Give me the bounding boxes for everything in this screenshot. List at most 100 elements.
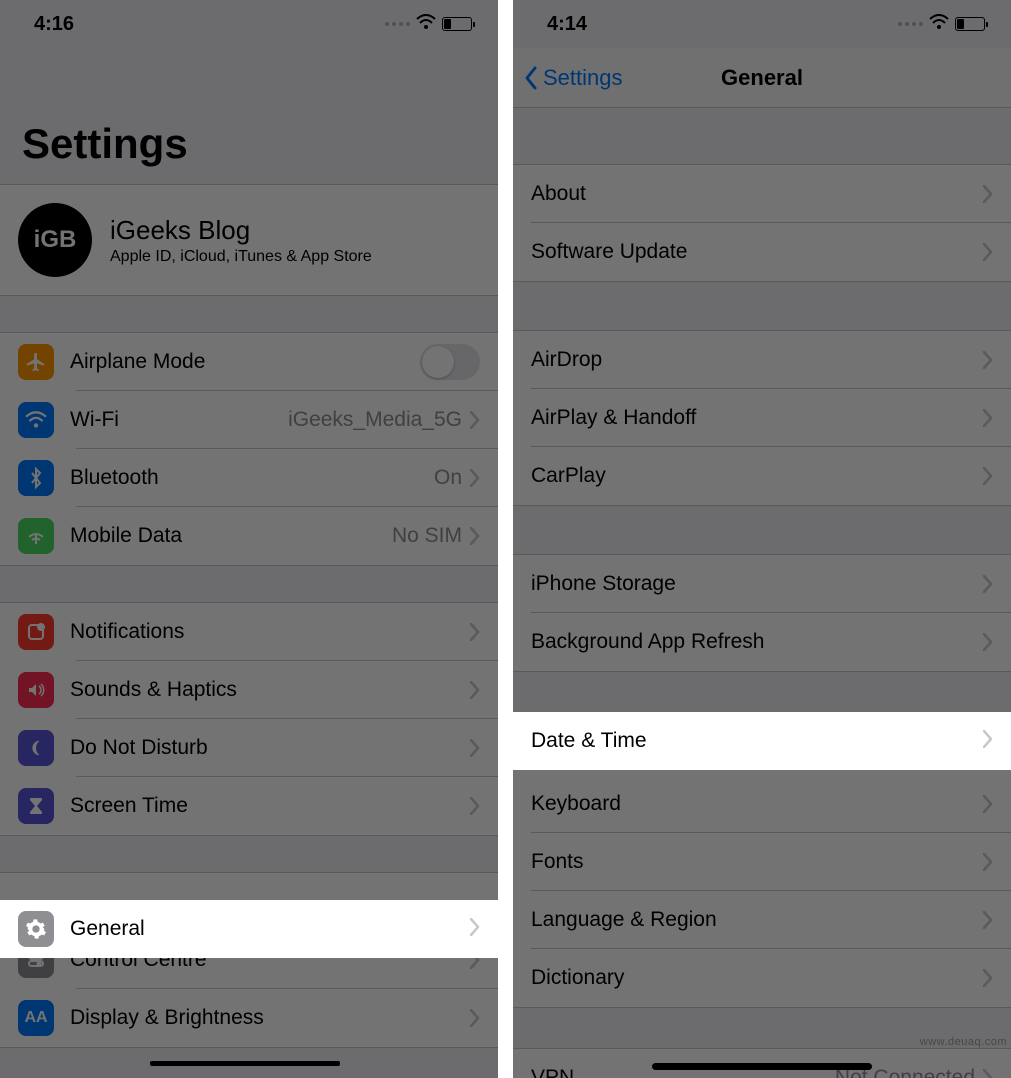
cellular-icon [18, 518, 54, 554]
airplane-mode-row[interactable]: Airplane Mode [0, 333, 498, 391]
general-screen: 4:14 Settings General About Software Upd… [513, 0, 1011, 1078]
carplay-label: CarPlay [531, 464, 983, 488]
airplay-row[interactable]: AirPlay & Handoff [513, 389, 1011, 447]
keyboard-row[interactable]: Keyboard [513, 775, 1011, 833]
chevron-right-icon [470, 681, 480, 699]
notifications-row[interactable]: Notifications [0, 603, 498, 661]
connectivity-section: Airplane Mode Wi-Fi iGeeks_Media_5G Blue… [0, 332, 498, 566]
sounds-row[interactable]: Sounds & Haptics [0, 661, 498, 719]
chevron-right-icon [470, 527, 480, 545]
dnd-row[interactable]: Do Not Disturb [0, 719, 498, 777]
chevron-right-icon [470, 918, 480, 941]
battery-icon [955, 17, 985, 31]
mobile-data-value: No SIM [392, 524, 462, 548]
chevron-right-icon [470, 469, 480, 487]
fonts-label: Fonts [531, 850, 983, 874]
status-time: 4:14 [547, 13, 587, 36]
general-row[interactable]: General [0, 900, 498, 958]
gear-icon [18, 911, 54, 947]
profile-name: iGeeks Blog [110, 215, 372, 246]
nav-bar: Settings General [513, 48, 1011, 108]
chevron-right-icon [983, 730, 993, 753]
watermark: www.deuaq.com [920, 1036, 1007, 1048]
screen-time-label: Screen Time [70, 794, 470, 818]
sounds-icon [18, 672, 54, 708]
language-row[interactable]: Language & Region [513, 891, 1011, 949]
screen-time-row[interactable]: Screen Time [0, 777, 498, 835]
iphone-storage-label: iPhone Storage [531, 572, 983, 596]
airplay-label: AirPlay & Handoff [531, 406, 983, 430]
software-update-label: Software Update [531, 240, 983, 264]
bluetooth-value: On [434, 466, 462, 490]
annotation-underline [150, 1061, 340, 1066]
chevron-right-icon [983, 969, 993, 987]
back-label: Settings [543, 65, 623, 91]
mobile-data-row[interactable]: Mobile Data No SIM [0, 507, 498, 565]
status-time: 4:16 [34, 13, 74, 36]
status-bar: 4:14 [513, 0, 1011, 48]
chevron-right-icon [983, 795, 993, 813]
chevron-right-icon [470, 797, 480, 815]
airplane-toggle[interactable] [420, 344, 480, 380]
date-time-label: Date & Time [531, 729, 983, 753]
profile-subtitle: Apple ID, iCloud, iTunes & App Store [110, 248, 372, 266]
wifi-value: iGeeks_Media_5G [288, 408, 462, 432]
about-section: About Software Update [513, 164, 1011, 282]
hourglass-icon [18, 788, 54, 824]
back-button[interactable]: Settings [523, 65, 623, 91]
avatar: iGB [18, 203, 92, 277]
bluetooth-icon [18, 460, 54, 496]
wifi-row[interactable]: Wi-Fi iGeeks_Media_5G [0, 391, 498, 449]
apple-id-row[interactable]: iGB iGeeks Blog Apple ID, iCloud, iTunes… [0, 184, 498, 296]
chevron-right-icon [983, 467, 993, 485]
status-bar: 4:16 [0, 0, 498, 48]
wifi-settings-icon [18, 402, 54, 438]
carplay-row[interactable]: CarPlay [513, 447, 1011, 505]
wifi-label: Wi-Fi [70, 408, 288, 432]
display-icon: AA [18, 1000, 54, 1036]
general-section: Control Centre AA Display & Brightness [0, 872, 498, 1048]
home-indicator[interactable] [652, 1063, 872, 1070]
sounds-label: Sounds & Haptics [70, 678, 470, 702]
chevron-right-icon [983, 409, 993, 427]
bluetooth-row[interactable]: Bluetooth On [0, 449, 498, 507]
battery-icon [442, 17, 472, 31]
fonts-row[interactable]: Fonts [513, 833, 1011, 891]
page-title: Settings [0, 48, 498, 184]
dictionary-row[interactable]: Dictionary [513, 949, 1011, 1007]
display-row[interactable]: AA Display & Brightness [0, 989, 498, 1047]
bluetooth-label: Bluetooth [70, 466, 434, 490]
storage-section: iPhone Storage Background App Refresh [513, 554, 1011, 672]
background-refresh-label: Background App Refresh [531, 630, 983, 654]
airdrop-row[interactable]: AirDrop [513, 331, 1011, 389]
chevron-right-icon [983, 575, 993, 593]
settings-screen: 4:16 Settings iGB iGeeks Blog Apple ID, … [0, 0, 498, 1078]
language-label: Language & Region [531, 908, 983, 932]
general-label: General [70, 917, 470, 941]
chevron-right-icon [470, 411, 480, 429]
mobile-data-label: Mobile Data [70, 524, 392, 548]
notifications-icon [18, 614, 54, 650]
airplane-label: Airplane Mode [70, 350, 420, 374]
about-row[interactable]: About [513, 165, 1011, 223]
chevron-right-icon [983, 911, 993, 929]
chevron-right-icon [983, 633, 993, 651]
cellular-dots-icon [385, 22, 410, 26]
chevron-right-icon [983, 853, 993, 871]
about-label: About [531, 182, 983, 206]
iphone-storage-row[interactable]: iPhone Storage [513, 555, 1011, 613]
display-label: Display & Brightness [70, 1006, 470, 1030]
dictionary-label: Dictionary [531, 966, 983, 990]
software-update-row[interactable]: Software Update [513, 223, 1011, 281]
airplane-icon [18, 344, 54, 380]
alerts-section: Notifications Sounds & Haptics Do Not Di… [0, 602, 498, 836]
wifi-icon [929, 13, 949, 36]
background-refresh-row[interactable]: Background App Refresh [513, 613, 1011, 671]
chevron-right-icon [983, 351, 993, 369]
moon-icon [18, 730, 54, 766]
date-time-row[interactable]: Date & Time [513, 712, 1011, 770]
chevron-right-icon [983, 243, 993, 261]
chevron-right-icon [983, 1069, 993, 1078]
wifi-icon [416, 13, 436, 36]
chevron-right-icon [983, 185, 993, 203]
